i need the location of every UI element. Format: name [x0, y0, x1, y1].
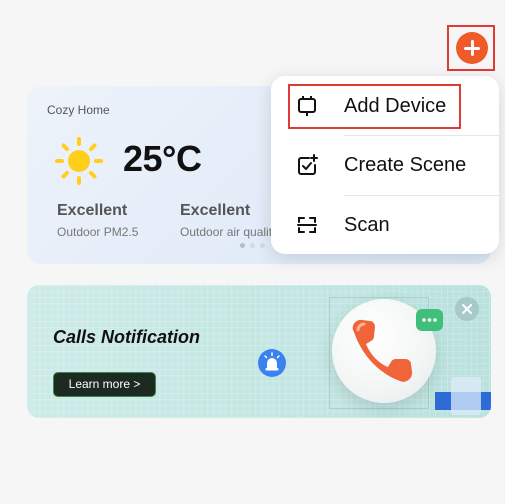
learn-more-button[interactable]: Learn more >	[53, 372, 156, 397]
page-dot	[240, 243, 245, 248]
alarm-icon	[258, 349, 286, 377]
metric-air-value: Excellent	[180, 202, 251, 219]
close-icon	[462, 304, 472, 314]
page-dot	[260, 243, 265, 248]
menu-item-create-scene[interactable]: Create Scene	[271, 136, 499, 194]
page-dot	[250, 243, 255, 248]
calls-notification-banner[interactable]: Calls Notification Learn more >	[27, 285, 491, 418]
add-button-highlight	[447, 25, 495, 71]
menu-item-scan[interactable]: Scan	[271, 196, 499, 254]
close-banner-button[interactable]	[455, 297, 479, 321]
create-scene-icon	[298, 154, 318, 175]
page-indicator	[240, 243, 265, 248]
metric-pm25-value: Excellent	[57, 202, 128, 219]
banner-title: Calls Notification	[53, 327, 201, 347]
add-device-highlight	[288, 84, 461, 129]
chat-icon	[416, 309, 443, 331]
menu-item-label: Create Scene	[344, 154, 467, 176]
menu-item-label: Scan	[344, 214, 390, 236]
sun-icon	[55, 137, 103, 185]
scan-icon	[297, 217, 317, 233]
home-name: Cozy Home	[47, 103, 110, 117]
temperature: 25°C	[123, 138, 202, 179]
decorative-glass	[451, 377, 481, 415]
metric-pm25-label: Outdoor PM2.5	[57, 225, 139, 239]
